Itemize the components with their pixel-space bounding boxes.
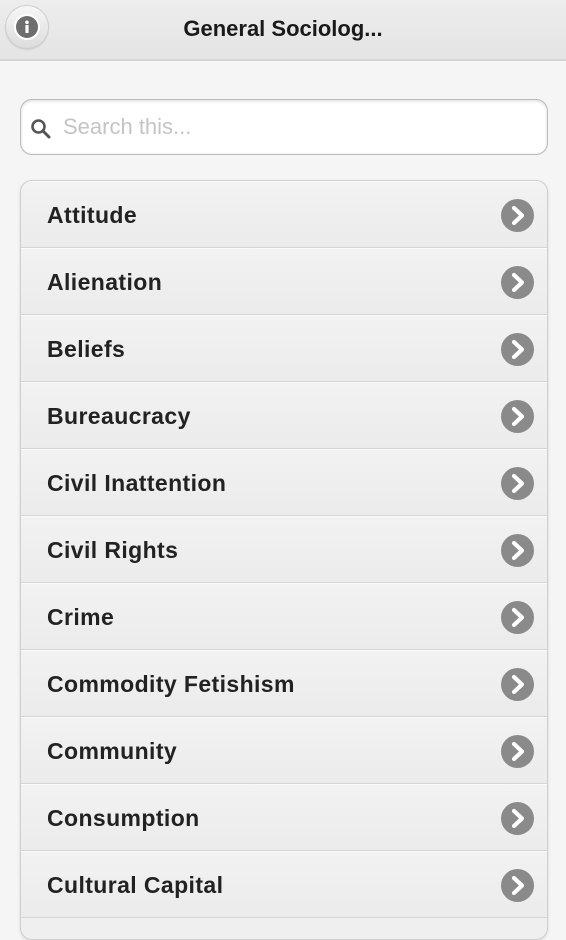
chevron-right-icon <box>501 869 534 902</box>
search-box[interactable] <box>20 99 548 155</box>
list-item-label: Civil Inattention <box>47 470 227 496</box>
chevron-right-icon <box>501 802 534 835</box>
list-item[interactable]: Civil Inattention <box>21 449 547 516</box>
chevron-right-icon <box>501 735 534 768</box>
chevron-right-icon <box>501 199 534 232</box>
list-item-label: Crime <box>47 604 115 630</box>
list-item-label: Bureaucracy <box>47 403 191 429</box>
list-item[interactable]: Cultural Capital <box>21 851 547 918</box>
search-input[interactable] <box>63 108 533 146</box>
header-bar: General Sociolog... <box>0 0 566 61</box>
search-icon <box>30 118 52 140</box>
info-icon <box>16 16 38 38</box>
list-item[interactable]: Commodity Fetishism <box>21 650 547 717</box>
list-item-label: Attitude <box>47 202 138 228</box>
list-item[interactable]: Alienation <box>21 248 547 315</box>
chevron-right-icon <box>501 601 534 634</box>
list-item[interactable]: Beliefs <box>21 315 547 382</box>
list-item[interactable]: Civil Rights <box>21 516 547 583</box>
chevron-right-icon <box>501 668 534 701</box>
list-item-label: Beliefs <box>47 336 126 362</box>
chevron-right-icon <box>501 333 534 366</box>
list-item-label: Consumption <box>47 805 200 831</box>
topic-list: Attitude Alienation Beliefs Bureaucracy … <box>20 180 548 940</box>
list-item[interactable]: Crime <box>21 583 547 650</box>
info-button[interactable] <box>6 6 48 48</box>
chevron-right-icon <box>501 534 534 567</box>
chevron-right-icon <box>501 467 534 500</box>
list-item-label: Cultural Capital <box>47 872 224 898</box>
chevron-right-icon <box>501 400 534 433</box>
list-item[interactable]: Consumption <box>21 784 547 851</box>
list-item-label: Alienation <box>47 269 163 295</box>
list-item-label: Civil Rights <box>47 537 179 563</box>
page-title: General Sociolog... <box>183 16 383 41</box>
list-item-label: Commodity Fetishism <box>47 671 295 697</box>
list-item[interactable]: Bureaucracy <box>21 382 547 449</box>
chevron-right-icon <box>501 266 534 299</box>
list-item-label: Community <box>47 738 178 764</box>
list-item[interactable]: Attitude <box>21 181 547 248</box>
list-item[interactable]: Community <box>21 717 547 784</box>
